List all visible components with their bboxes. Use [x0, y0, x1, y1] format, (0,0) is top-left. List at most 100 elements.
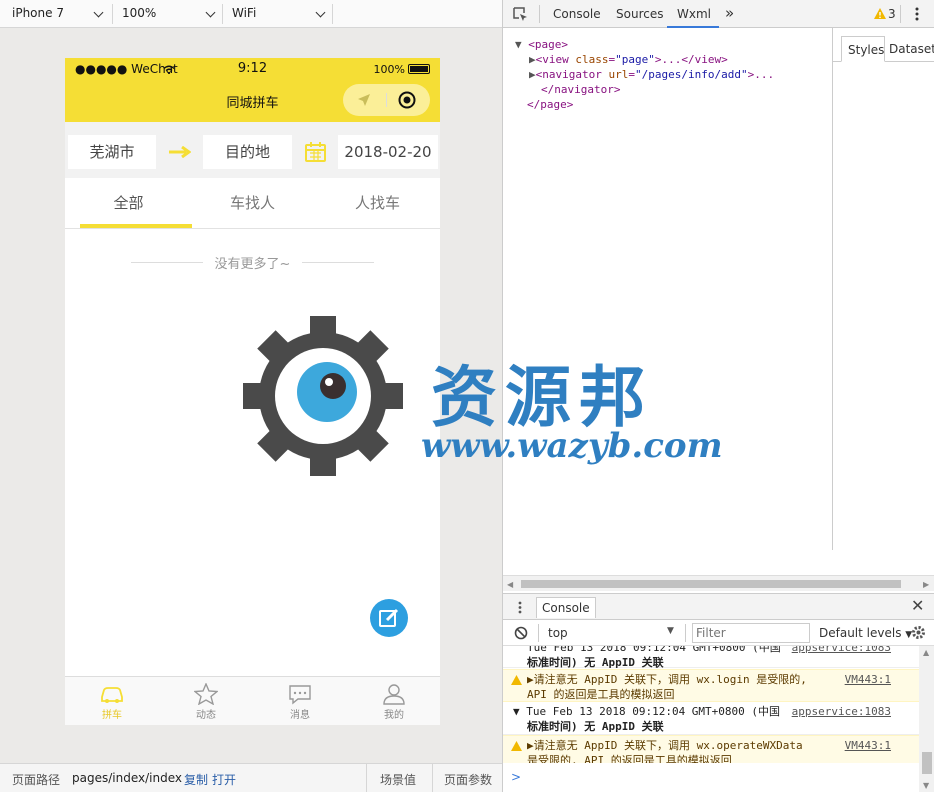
drawer-menu-icon[interactable] [518, 601, 522, 614]
capsule-menu[interactable] [343, 84, 430, 116]
console-prompt[interactable]: > [511, 770, 521, 784]
page-path-value: pages/index/index [72, 771, 182, 785]
tabbar-item-profile[interactable]: 我的 [347, 677, 440, 725]
from-city-field[interactable]: 芜湖市 [68, 135, 156, 169]
warning-count[interactable]: 3 [888, 7, 896, 21]
active-tab-indicator [80, 224, 192, 228]
bottom-tabbar: 拼车 动态 消息 我的 [65, 676, 440, 725]
network-select[interactable]: WiFi [222, 3, 332, 25]
tab-console[interactable]: Console [553, 7, 601, 21]
network-label: WiFi [232, 6, 257, 20]
console-toolbar: top ▼ Default levels ▼ [503, 620, 934, 646]
car-icon [101, 687, 123, 703]
warning-text-2: 是受限的, API 的返回是工具的模拟返回 [527, 754, 732, 763]
close-target-icon[interactable] [398, 91, 416, 109]
copy-path-link[interactable]: 复制 [184, 771, 208, 788]
warning-entry: ▶请注意无 AppID 关联下，调用 wx.login 是受限的, API 的返… [503, 669, 919, 702]
location-icon[interactable] [357, 93, 371, 107]
sidebar-tabs: Styles Dataset [833, 36, 934, 62]
zoom-label: 100% [122, 6, 157, 20]
add-post-button[interactable] [370, 599, 408, 637]
nav-header: ●●●●● WeChat 9:12 100% 同城拼车 [65, 58, 440, 122]
tabbar-item-carpool[interactable]: 拼车 [65, 677, 159, 725]
tab-car-seeks-people[interactable]: 车找人 [190, 178, 315, 228]
console-log: Tue Feb 13 2018 09:12:04 GMT+0800 (中国 标准… [503, 646, 919, 763]
destination-field[interactable]: 目的地 [203, 135, 292, 169]
warning-source-link[interactable]: VM443:1 [845, 672, 891, 687]
console-filter-input[interactable] [692, 623, 810, 643]
arrow-right-icon [169, 146, 191, 158]
zoom-select[interactable]: 100% [112, 3, 222, 25]
console-settings-gear-icon[interactable] [911, 625, 926, 640]
battery-icon [408, 64, 430, 74]
console-vertical-scrollbar[interactable]: ▲ ▼ [919, 646, 934, 792]
wxml-page-open[interactable]: ▼ <page> [515, 37, 568, 52]
date-field[interactable]: 2018-02-20 [338, 135, 438, 169]
device-label: iPhone 7 [12, 6, 64, 20]
context-dropdown-icon[interactable]: ▼ [667, 626, 674, 636]
battery-label: 100% [373, 63, 405, 76]
tab-all[interactable]: 全部 [65, 178, 192, 228]
page-path-label: 页面路径 [12, 773, 61, 787]
device-select[interactable]: iPhone 7 [2, 3, 110, 25]
scene-value-button[interactable]: 场景值 [380, 771, 416, 788]
log-entry: Tue Feb 13 2018 09:12:04 GMT+0800 (中国 标准… [503, 646, 919, 669]
tab-people-seek-car[interactable]: 人找车 [315, 178, 440, 228]
more-tabs-button[interactable]: » [725, 4, 734, 22]
no-more-text: 没有更多了~ [214, 257, 291, 272]
devtools-tabbar: Console Sources Wxml » 3 [503, 0, 934, 28]
tab-dataset[interactable]: Dataset [889, 42, 934, 56]
warning-source-link[interactable]: VM443:1 [845, 738, 891, 753]
tabbar-label-carpool: 拼车 [102, 710, 122, 721]
tab-sources[interactable]: Sources [616, 7, 663, 21]
wxml-navigator-close: </navigator> [541, 83, 621, 96]
page-path-bar: 页面路径 pages/index/index 复制 打开 场景值 页面参数 [0, 763, 502, 792]
tabbar-item-moments[interactable]: 动态 [159, 677, 253, 725]
tabbar-item-messages[interactable]: 消息 [253, 677, 347, 725]
warning-icon [511, 741, 522, 751]
open-path-link[interactable]: 打开 [212, 771, 236, 788]
log-source-link[interactable]: appservice:1083 [792, 704, 891, 719]
scrollbar-thumb[interactable] [521, 580, 901, 588]
warning-icon [511, 675, 522, 685]
inspect-element-icon[interactable] [513, 7, 528, 22]
tab-wxml[interactable]: Wxml [677, 7, 711, 21]
page-params-button[interactable]: 页面参数 [444, 771, 492, 788]
console-scroll-thumb[interactable] [922, 752, 932, 774]
watermark-url: www.wazyb.com [421, 426, 723, 466]
wxml-navigator-node[interactable]: ▶<navigator url="/pages/info/add">... [529, 67, 774, 82]
log-levels-label: Default levels [819, 626, 902, 640]
wxml-page-close: </page> [527, 98, 574, 111]
drawer-tab-console[interactable]: Console [536, 597, 596, 618]
log-levels-select[interactable]: Default levels ▼ [819, 626, 912, 640]
log-entry: ▼ Tue Feb 13 2018 09:12:04 GMT+0800 (中国 … [503, 703, 919, 735]
battery-indicator: 100% [374, 63, 430, 76]
tab-styles[interactable]: Styles [841, 36, 885, 62]
watermark: 资源邦 www.wazyb.com [243, 316, 723, 481]
styles-sidebar: Styles Dataset [832, 28, 934, 550]
log-text-2: 标准时间) 无 AppID 关联 [527, 656, 664, 669]
star-icon [194, 683, 218, 705]
edit-icon [379, 608, 399, 627]
warning-text-2: API 的返回是工具的模拟返回 [527, 688, 675, 701]
kebab-menu-icon[interactable] [915, 7, 919, 21]
message-icon [289, 685, 311, 705]
horizontal-scrollbar[interactable]: ◀ ▶ [503, 575, 934, 591]
user-icon [383, 684, 405, 705]
route-search-bar: 芜湖市 目的地 2018-02-20 [65, 122, 440, 178]
simulator-toolbar: iPhone 7 100% WiFi [0, 0, 502, 28]
divider-right [302, 262, 374, 263]
gear-eye-logo-icon [243, 316, 403, 476]
tabbar-label-profile: 我的 [384, 710, 404, 721]
console-drawer-bar: Console ✕ [503, 593, 934, 620]
log-source-link[interactable]: appservice:1083 [792, 646, 891, 655]
wxml-view-node[interactable]: ▶<view class="page">...</view> [529, 52, 728, 67]
calendar-icon[interactable] [305, 142, 326, 162]
clear-console-icon[interactable] [514, 626, 528, 640]
log-text-2: 标准时间) 无 AppID 关联 [527, 720, 664, 733]
warning-entry: ▶请注意无 AppID 关联下，调用 wx.operateWXData 是受限的… [503, 735, 919, 763]
tabbar-label-moments: 动态 [196, 710, 216, 721]
close-drawer-button[interactable]: ✕ [911, 596, 924, 615]
filter-tabs: 全部 车找人 人找车 [65, 178, 440, 229]
context-select[interactable]: top [548, 626, 568, 640]
